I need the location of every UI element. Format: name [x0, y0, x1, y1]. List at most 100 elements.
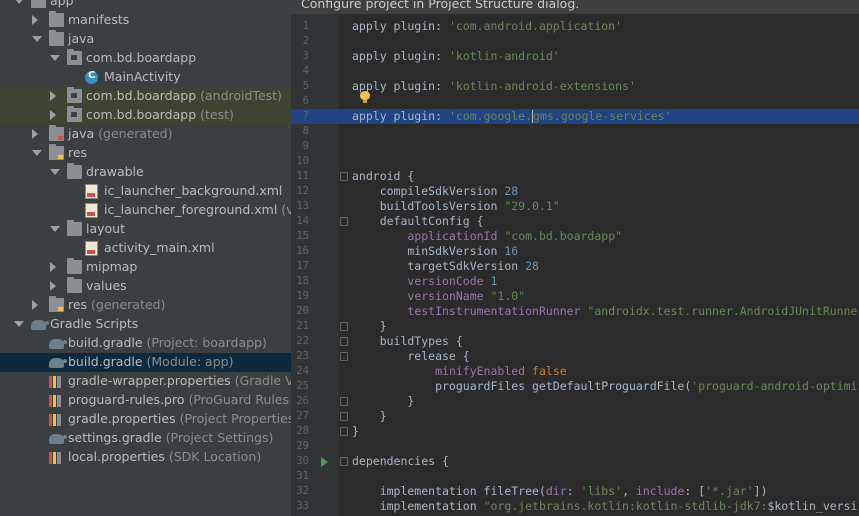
code-line[interactable]: 9: [291, 139, 859, 154]
code-line[interactable]: 23 release {: [291, 349, 859, 364]
tree-item[interactable]: Gradle Scripts: [0, 315, 291, 334]
tree-item[interactable]: app: [0, 0, 291, 11]
code-text: implementation fileTree(dir: 'libs', inc…: [352, 484, 768, 498]
fold-marker-icon[interactable]: [340, 412, 348, 421]
tree-item[interactable]: local.properties (SDK Location): [0, 448, 291, 467]
code-line[interactable]: 30 dependencies {: [291, 454, 859, 469]
line-number: 25: [296, 380, 309, 392]
code-line[interactable]: 2: [291, 34, 859, 49]
tree-item-name: java: [68, 126, 95, 141]
line-number: 3: [302, 50, 309, 62]
fold-marker-icon[interactable]: [340, 397, 348, 406]
tree-item[interactable]: drawable: [0, 163, 291, 182]
tree-item-name: gradle-wrapper.properties: [68, 373, 231, 388]
chevron-down-icon[interactable]: [50, 226, 60, 232]
code-line[interactable]: 31: [291, 469, 859, 484]
tree-item[interactable]: ic_launcher_foreground.xml (v24): [0, 201, 291, 220]
chevron-right-icon[interactable]: [50, 262, 56, 272]
chevron-down-icon[interactable]: [32, 36, 42, 42]
tree-item[interactable]: com.bd.boardapp: [0, 49, 291, 68]
tree-item-name: mipmap: [86, 259, 138, 274]
tree-item[interactable]: layout: [0, 220, 291, 239]
fold-marker-icon[interactable]: [340, 352, 348, 361]
code-line[interactable]: 21 }: [291, 319, 859, 334]
fold-marker-icon[interactable]: [340, 457, 348, 466]
code-line[interactable]: 19 versionName "1.0": [291, 289, 859, 304]
code-line[interactable]: 26 }: [291, 394, 859, 409]
code-line[interactable]: 6: [291, 94, 859, 109]
code-line[interactable]: 32 implementation fileTree(dir: 'libs', …: [291, 484, 859, 499]
code-line[interactable]: 4: [291, 64, 859, 79]
tree-item[interactable]: gradle.properties (Project Properties): [0, 410, 291, 429]
fold-marker-icon[interactable]: [340, 217, 348, 226]
code-line[interactable]: 8: [291, 124, 859, 139]
code-line[interactable]: 15 applicationId "com.bd.boardapp": [291, 229, 859, 244]
code-line[interactable]: 14 defaultConfig {: [291, 214, 859, 229]
tree-item[interactable]: ic_launcher_background.xml: [0, 182, 291, 201]
chevron-right-icon[interactable]: [32, 300, 38, 310]
tree-item-detail: (generated): [87, 297, 166, 312]
tree-item[interactable]: settings.gradle (Project Settings): [0, 429, 291, 448]
tree-item[interactable]: mipmap: [0, 258, 291, 277]
tree-item[interactable]: build.gradle (Project: boardapp): [0, 334, 291, 353]
code-line[interactable]: 10: [291, 154, 859, 169]
chevron-down-icon[interactable]: [14, 0, 24, 4]
tree-item-label: manifests: [68, 12, 129, 27]
code-line[interactable]: 29: [291, 439, 859, 454]
code-line[interactable]: 25 proguardFiles getDefaultProguardFile(…: [291, 379, 859, 394]
chevron-down-icon[interactable]: [50, 55, 60, 61]
tree-item[interactable]: build.gradle (Module: app): [0, 353, 291, 372]
code-line[interactable]: 27 }: [291, 409, 859, 424]
code-line[interactable]: 24 minifyEnabled false: [291, 364, 859, 379]
chevron-right-icon[interactable]: [32, 15, 38, 25]
run-gutter-icon[interactable]: [321, 457, 328, 467]
tree-item[interactable]: MainActivity: [0, 68, 291, 87]
tree-item[interactable]: com.bd.boardapp (test): [0, 106, 291, 125]
code-text: targetSdkVersion 28: [352, 259, 539, 273]
code-editor[interactable]: 1 apply plugin: 'com.android.application'…: [291, 0, 859, 516]
tree-item-label: res (generated): [68, 297, 165, 312]
code-line[interactable]: 7 apply plugin: 'com.google.gms.google-se…: [291, 109, 859, 124]
chevron-down-icon[interactable]: [14, 321, 24, 327]
code-line[interactable]: 13 buildToolsVersion "29.0.1": [291, 199, 859, 214]
code-text: implementation "org.jetbrains.kotlin:kot…: [352, 499, 858, 513]
tree-item[interactable]: activity_main.xml: [0, 239, 291, 258]
fold-marker-icon[interactable]: [340, 172, 348, 181]
chevron-right-icon[interactable]: [50, 110, 56, 120]
tree-item[interactable]: values: [0, 277, 291, 296]
code-line[interactable]: 3 apply plugin: 'kotlin-android': [291, 49, 859, 64]
tree-item-label: res: [68, 145, 87, 160]
code-line[interactable]: 22 buildTypes {: [291, 334, 859, 349]
code-line[interactable]: 12 compileSdkVersion 28: [291, 184, 859, 199]
code-line[interactable]: 18 versionCode 1: [291, 274, 859, 289]
code-line[interactable]: 17 targetSdkVersion 28: [291, 259, 859, 274]
tree-item[interactable]: java: [0, 30, 291, 49]
chevron-right-icon[interactable]: [50, 91, 56, 101]
fold-marker-icon[interactable]: [340, 337, 348, 346]
code-line[interactable]: 16 minSdkVersion 16: [291, 244, 859, 259]
code-line[interactable]: 33 implementation "org.jetbrains.kotlin:…: [291, 499, 859, 514]
chevron-down-icon[interactable]: [32, 150, 42, 156]
tree-item[interactable]: res (generated): [0, 296, 291, 315]
code-line[interactable]: 11 android {: [291, 169, 859, 184]
fold-marker-icon[interactable]: [340, 322, 348, 331]
code-line[interactable]: 20 testInstrumentationRunner "androidx.t…: [291, 304, 859, 319]
chevron-right-icon[interactable]: [32, 129, 38, 139]
tree-item[interactable]: proguard-rules.pro (ProGuard Rules fo: [0, 391, 291, 410]
tree-item[interactable]: res: [0, 144, 291, 163]
tree-item-label: build.gradle (Project: boardapp): [68, 335, 267, 350]
line-number: 6: [302, 95, 309, 107]
code-line[interactable]: 5 apply plugin: 'kotlin-android-extension…: [291, 79, 859, 94]
notification-banner[interactable]: Configure project in Project Structure d…: [291, 0, 859, 14]
tree-item[interactable]: com.bd.boardapp (androidTest): [0, 87, 291, 106]
code-line[interactable]: 1 apply plugin: 'com.android.application': [291, 19, 859, 34]
tree-item[interactable]: java (generated): [0, 125, 291, 144]
chevron-down-icon[interactable]: [50, 169, 60, 175]
tree-item[interactable]: gradle-wrapper.properties (Gradle Vers: [0, 372, 291, 391]
tree-item-label: Gradle Scripts: [50, 316, 138, 331]
code-line[interactable]: 28}: [291, 424, 859, 439]
fold-marker-icon[interactable]: [340, 427, 348, 436]
chevron-right-icon[interactable]: [50, 281, 56, 291]
tree-item-label: mipmap: [86, 259, 137, 274]
tree-item[interactable]: manifests: [0, 11, 291, 30]
